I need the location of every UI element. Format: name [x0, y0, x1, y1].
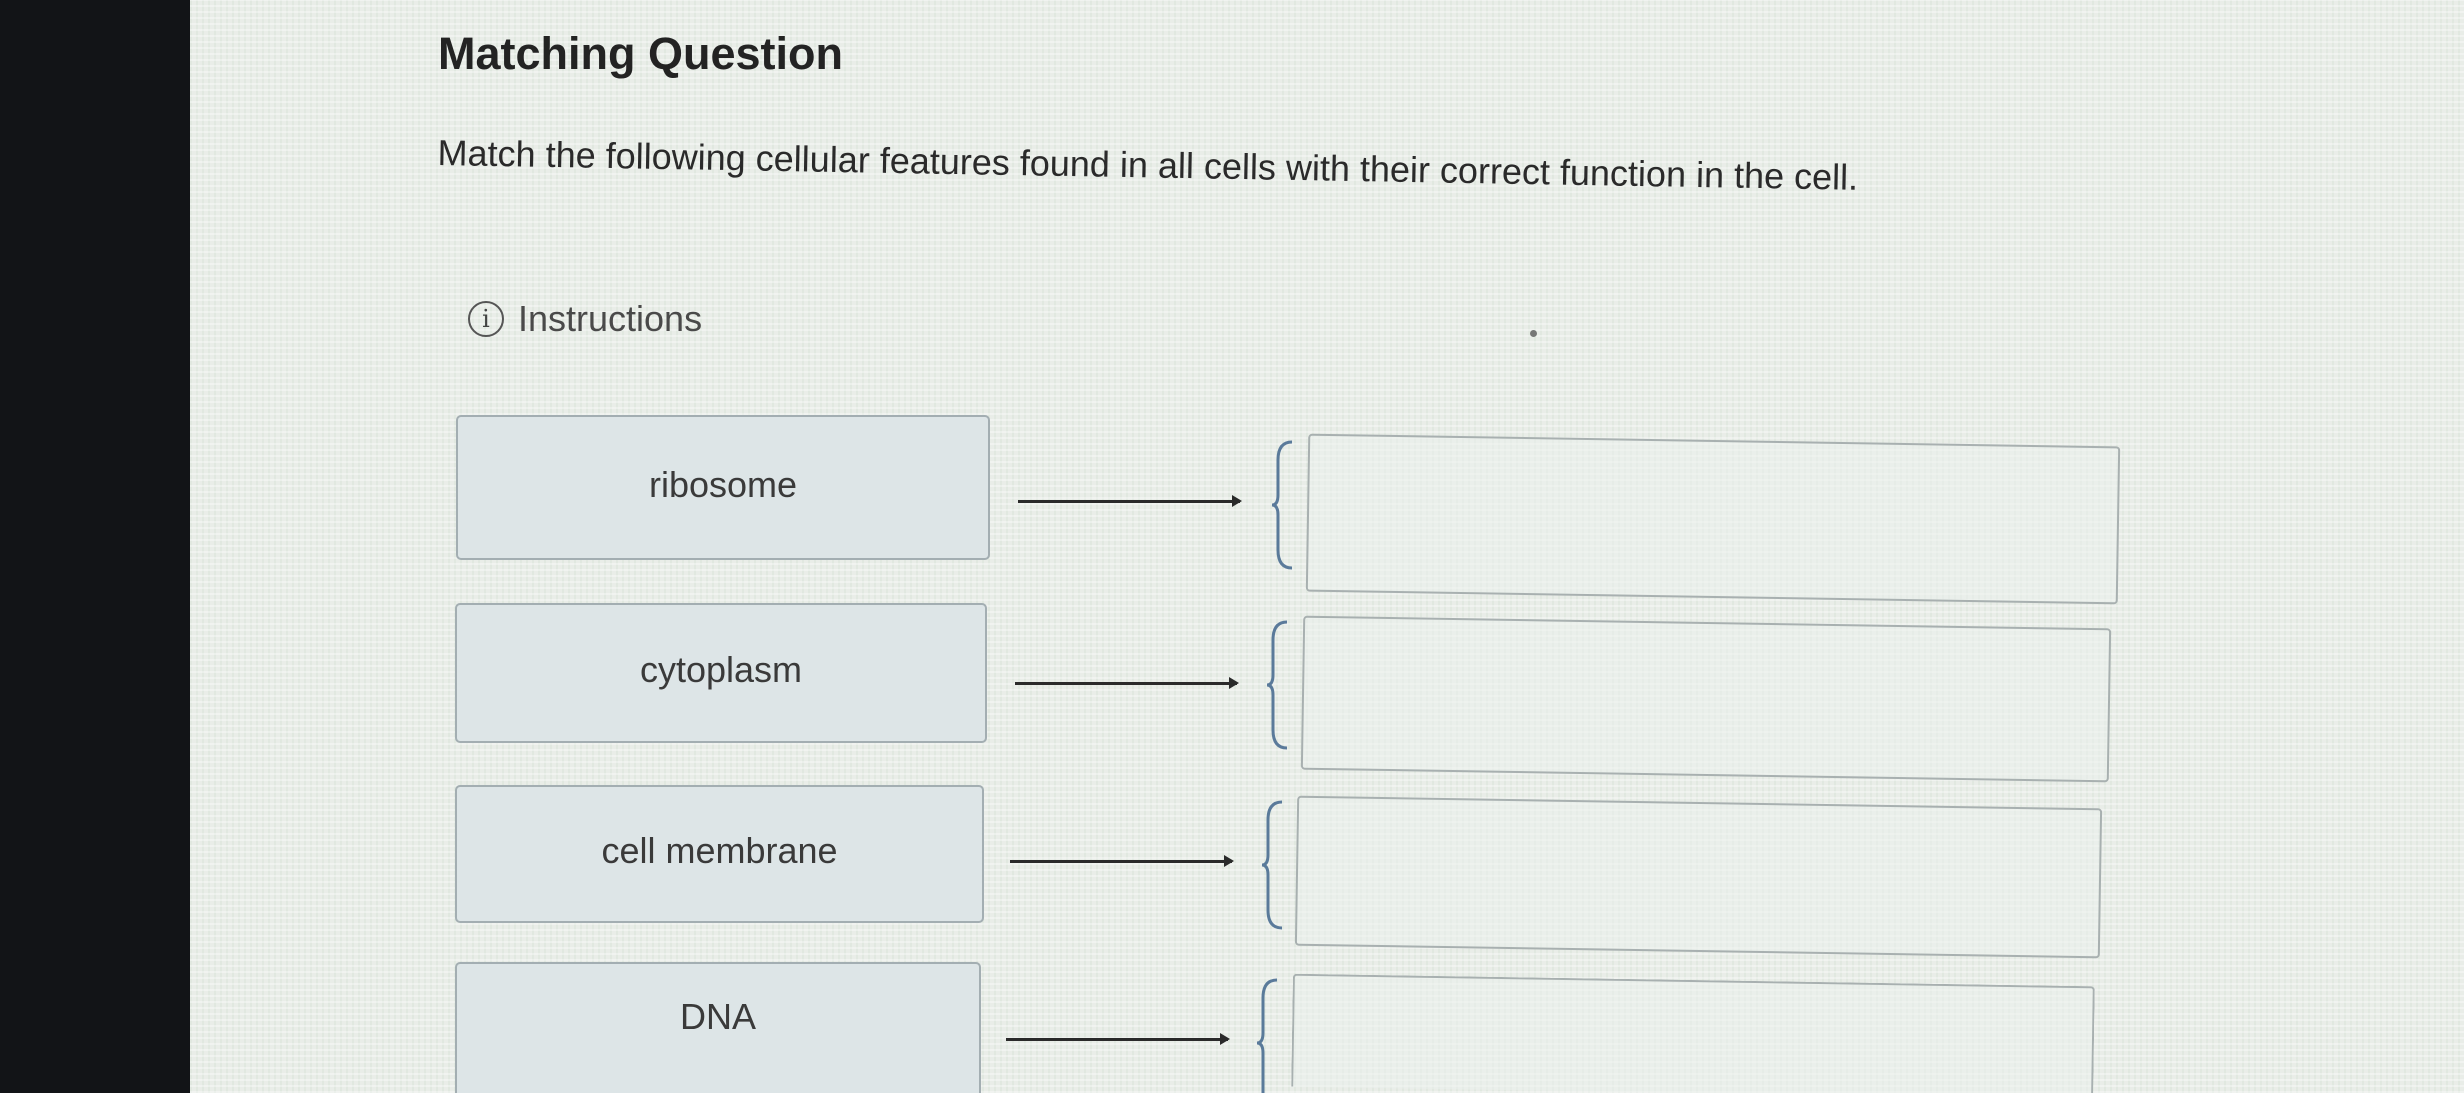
brace-icon: [1261, 800, 1283, 930]
answer-drop-zone-1[interactable]: [1305, 433, 2121, 605]
term-label: DNA: [679, 995, 756, 1037]
answer-drop-zone-2[interactable]: [1300, 615, 2112, 783]
info-icon: i: [468, 301, 504, 337]
term-card-cytoplasm[interactable]: cytoplasm: [455, 603, 987, 743]
match-arrow: [1015, 677, 1239, 689]
term-label: cytoplasm: [639, 649, 803, 690]
match-arrow: [1018, 495, 1242, 507]
match-arrow: [1010, 855, 1234, 867]
term-card-ribosome[interactable]: ribosome: [456, 415, 990, 560]
brace-icon: [1256, 978, 1278, 1093]
answer-drop-zone-4[interactable]: [1291, 973, 2095, 1093]
term-card-cell-membrane[interactable]: cell membrane: [455, 785, 984, 923]
term-label: cell membrane: [601, 830, 838, 871]
stray-dot: [1530, 330, 1537, 337]
instructions-toggle[interactable]: i Instructions: [468, 298, 702, 340]
instructions-label: Instructions: [518, 298, 703, 339]
brace-icon: [1266, 620, 1288, 750]
screen-bezel: [0, 0, 190, 1093]
match-arrow: [1006, 1033, 1230, 1045]
brace-icon: [1271, 440, 1293, 570]
term-label: ribosome: [648, 463, 798, 505]
term-card-dna[interactable]: DNA: [455, 962, 981, 1093]
answer-drop-zone-3[interactable]: [1294, 795, 2103, 959]
page-title: Matching Question: [438, 28, 843, 79]
